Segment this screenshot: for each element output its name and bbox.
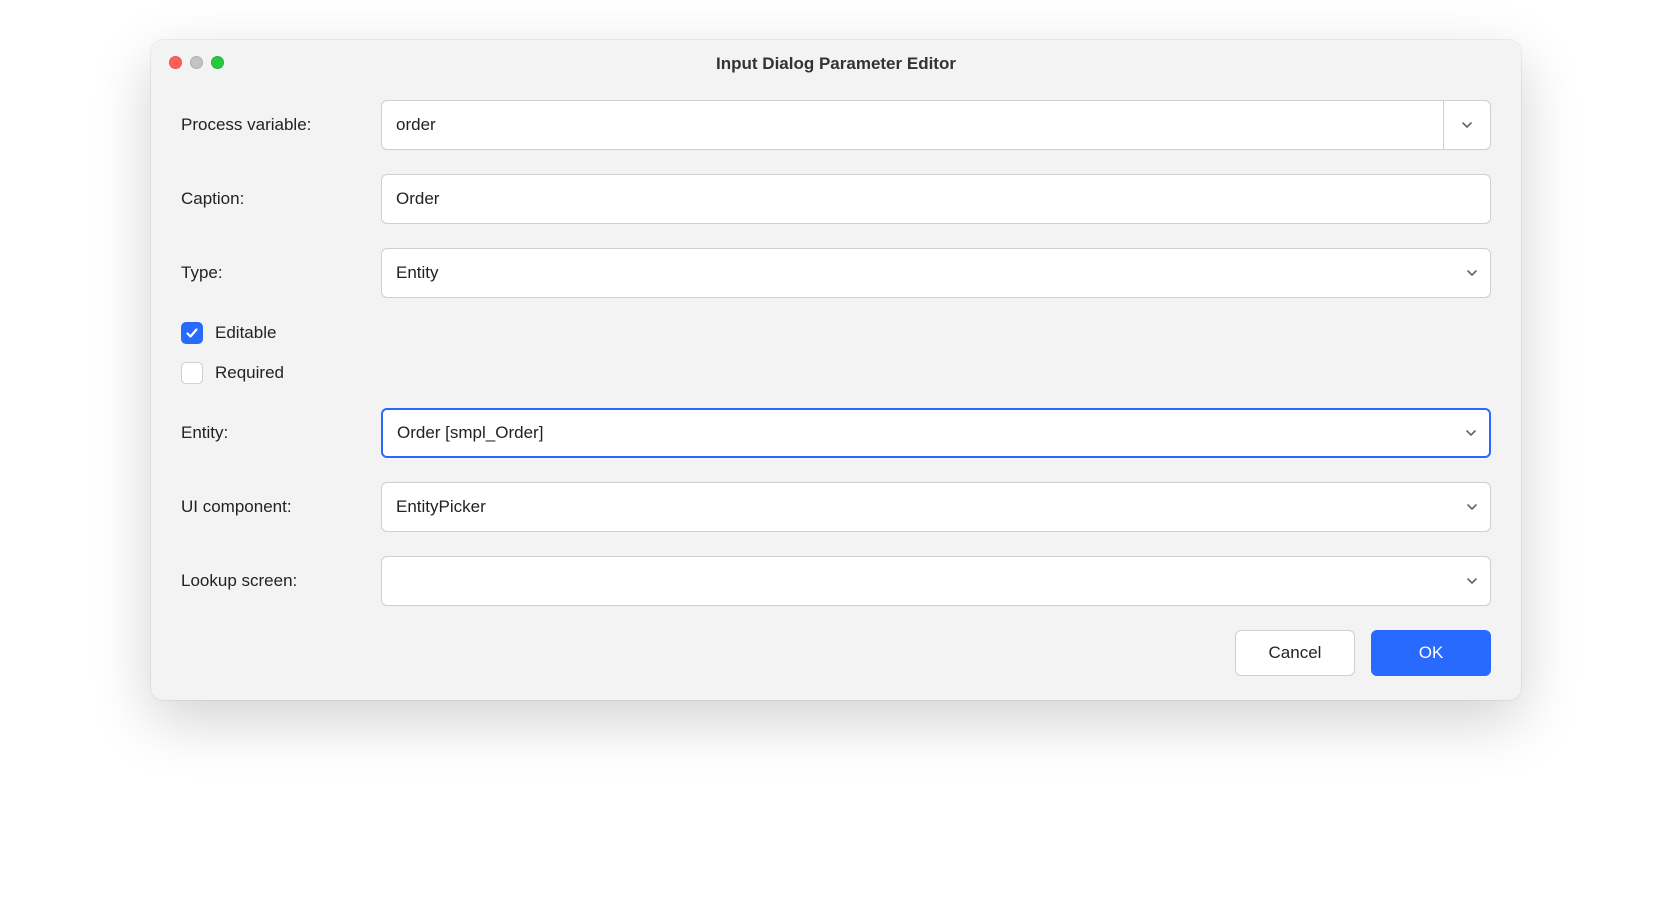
lookup-screen-value <box>382 557 1454 605</box>
lookup-screen-combo[interactable] <box>381 556 1491 606</box>
row-editable-checkbox[interactable]: Editable <box>181 322 1491 344</box>
chevron-down-icon <box>1466 501 1478 513</box>
entity-value: Order [smpl_Order] <box>383 410 1453 456</box>
row-type: Type: Entity <box>181 248 1491 298</box>
ui-component-value: EntityPicker <box>382 483 1454 531</box>
cancel-button[interactable]: Cancel <box>1235 630 1355 676</box>
required-checkbox[interactable] <box>181 362 203 384</box>
maximize-window-button[interactable] <box>211 56 224 69</box>
dialog-button-row: Cancel OK <box>181 630 1491 676</box>
type-combo[interactable]: Entity <box>381 248 1491 298</box>
caption-input[interactable] <box>381 174 1491 224</box>
label-type: Type: <box>181 263 381 283</box>
row-ui-component: UI component: EntityPicker <box>181 482 1491 532</box>
ui-component-dropdown-button[interactable] <box>1454 483 1490 531</box>
required-label: Required <box>215 363 284 383</box>
chevron-down-icon <box>1461 119 1473 131</box>
minimize-window-button[interactable] <box>190 56 203 69</box>
process-variable-combo[interactable]: order <box>381 100 1491 150</box>
chevron-down-icon <box>1466 575 1478 587</box>
editable-label: Editable <box>215 323 276 343</box>
row-entity: Entity: Order [smpl_Order] <box>181 408 1491 458</box>
entity-combo[interactable]: Order [smpl_Order] <box>381 408 1491 458</box>
row-required-checkbox[interactable]: Required <box>181 362 1491 384</box>
window-controls <box>169 56 224 69</box>
dialog-content: Process variable: order Caption: Type: <box>151 88 1521 700</box>
label-lookup-screen: Lookup screen: <box>181 571 381 591</box>
label-entity: Entity: <box>181 423 381 443</box>
row-caption: Caption: <box>181 174 1491 224</box>
label-process-variable: Process variable: <box>181 115 381 135</box>
chevron-down-icon <box>1466 267 1478 279</box>
entity-dropdown-button[interactable] <box>1453 410 1489 456</box>
ok-button[interactable]: OK <box>1371 630 1491 676</box>
process-variable-value[interactable]: order <box>382 101 1444 149</box>
type-value: Entity <box>382 249 1454 297</box>
label-caption: Caption: <box>181 189 381 209</box>
ui-component-combo[interactable]: EntityPicker <box>381 482 1491 532</box>
dialog-window: Input Dialog Parameter Editor Process va… <box>151 40 1521 700</box>
editable-checkbox[interactable] <box>181 322 203 344</box>
close-window-button[interactable] <box>169 56 182 69</box>
chevron-down-icon <box>1465 427 1477 439</box>
row-process-variable: Process variable: order <box>181 100 1491 150</box>
type-dropdown-button[interactable] <box>1454 249 1490 297</box>
dialog-title: Input Dialog Parameter Editor <box>716 54 956 74</box>
row-lookup-screen: Lookup screen: <box>181 556 1491 606</box>
label-ui-component: UI component: <box>181 497 381 517</box>
process-variable-dropdown-button[interactable] <box>1444 101 1490 149</box>
lookup-screen-dropdown-button[interactable] <box>1454 557 1490 605</box>
titlebar: Input Dialog Parameter Editor <box>151 40 1521 88</box>
